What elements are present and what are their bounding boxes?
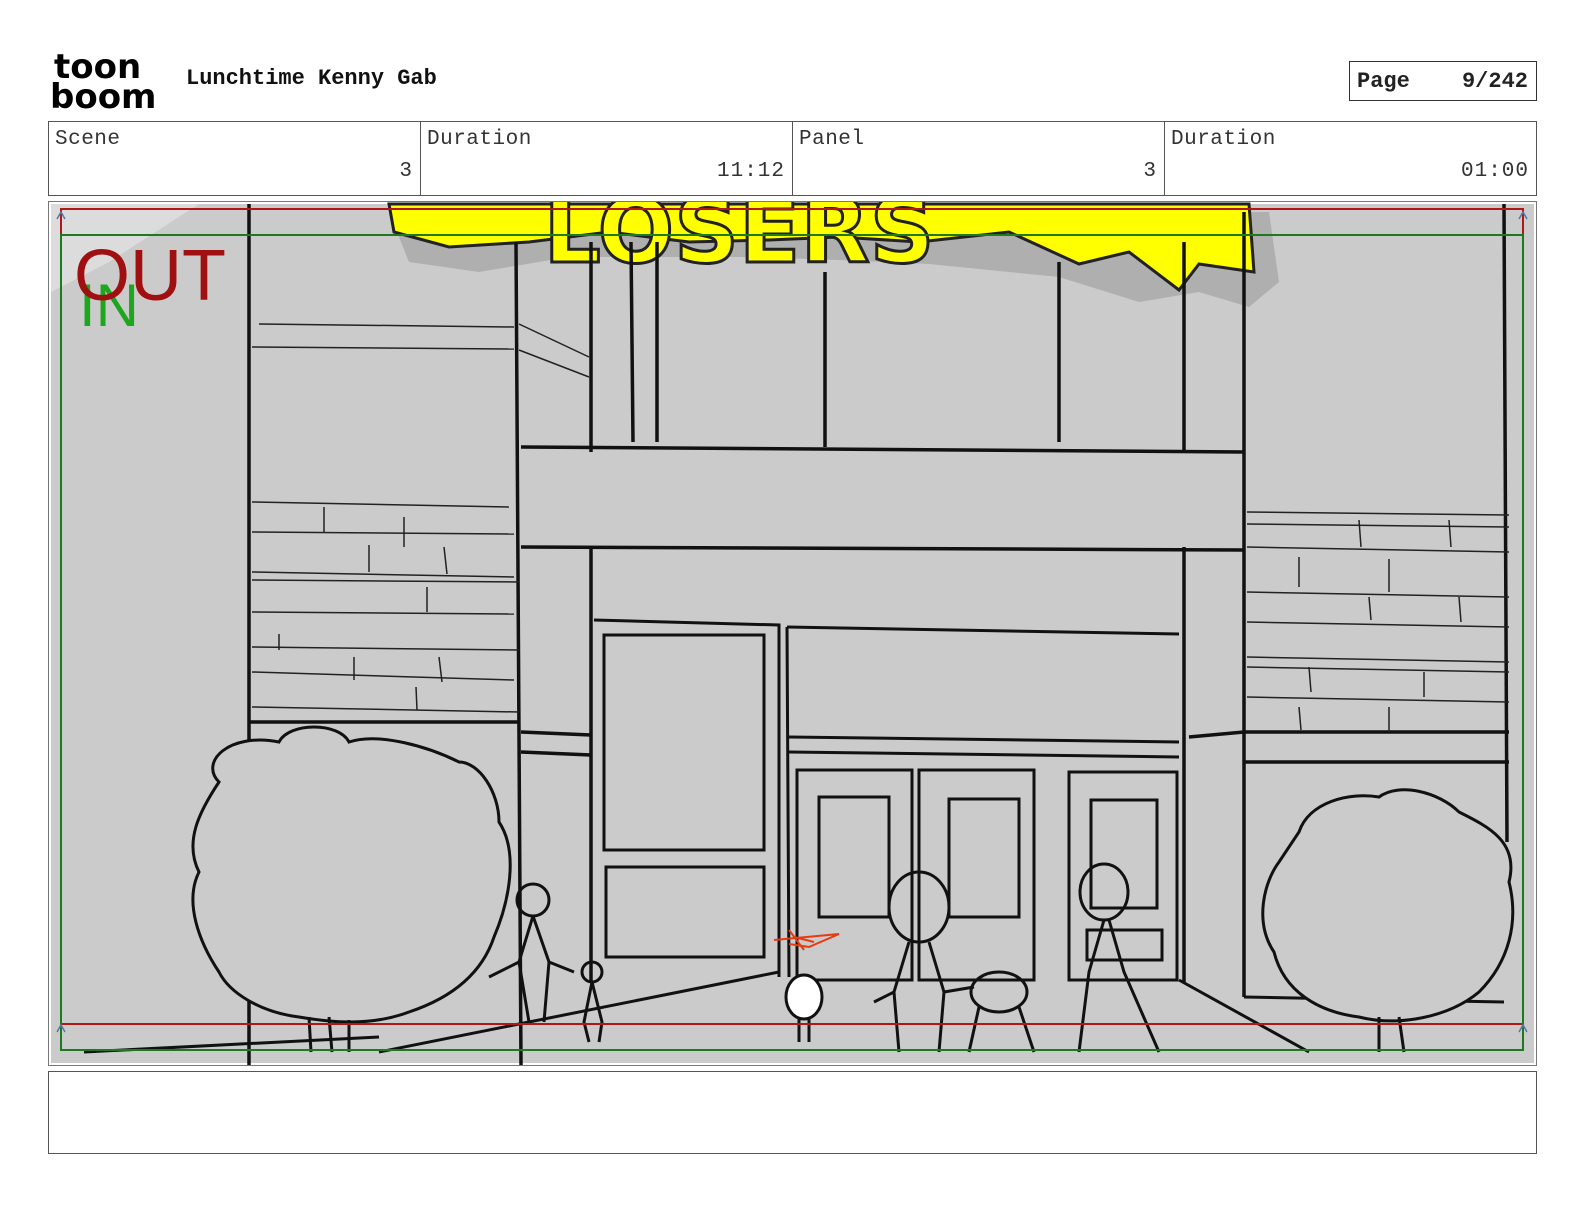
panel-cell: Panel 3 — [793, 122, 1165, 195]
page-indicator: Page 9/242 — [1349, 61, 1537, 101]
page-label: Page — [1357, 69, 1410, 94]
scene-duration-value: 11:12 — [716, 160, 785, 183]
panel-duration-cell: Duration 01:00 — [1165, 122, 1536, 195]
toonboom-logo: toon boom — [50, 47, 165, 117]
scene-duration-cell: Duration 11:12 — [421, 122, 793, 195]
panel-sketch: LOSERS IN OUT — [49, 202, 1536, 1065]
panel-label: Panel — [799, 128, 865, 151]
panel-value: 3 — [1143, 160, 1157, 183]
storyboard-info-row: Scene 3 Duration 11:12 Panel 3 Duration … — [48, 121, 1537, 196]
scene-duration-label: Duration — [427, 128, 532, 151]
scene-cell: Scene 3 — [49, 122, 421, 195]
scene-value: 3 — [399, 160, 413, 183]
panel-duration-value: 01:00 — [1460, 160, 1529, 183]
notes-box — [48, 1071, 1537, 1154]
logo-bottom-text: boom — [50, 77, 156, 112]
storyboard-panel: LOSERS IN OUT — [48, 201, 1537, 1066]
scene-label: Scene — [55, 128, 121, 151]
sign-text: LOSERS — [543, 202, 934, 284]
project-title: Lunchtime Kenny Gab — [186, 66, 437, 91]
panel-duration-label: Duration — [1171, 128, 1276, 151]
page-number: 9/242 — [1461, 69, 1528, 94]
out-marker: OUT — [74, 236, 226, 316]
